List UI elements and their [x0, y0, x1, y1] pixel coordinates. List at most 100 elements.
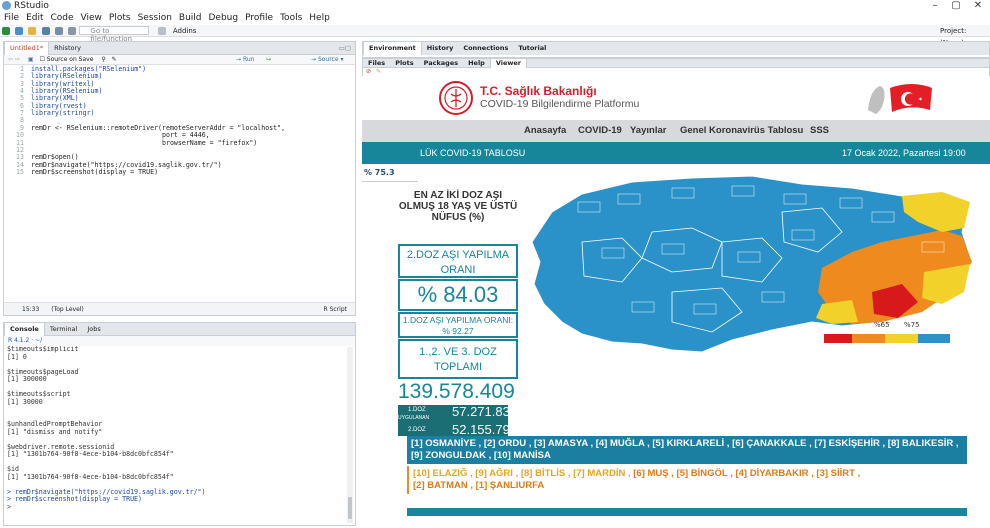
save-file-icon[interactable]: ▣: [28, 56, 34, 63]
menu-debug[interactable]: Debug: [209, 13, 239, 23]
menu-bar: File Edit Code View Plots Session Build Debug Pr…: [0, 12, 990, 25]
tab-untitled1[interactable]: Untitled1*: [4, 42, 50, 55]
close-icon[interactable]: ✕: [968, 0, 988, 12]
legend-orange: [852, 334, 885, 343]
save-icon[interactable]: [41, 27, 50, 35]
tab-history[interactable]: History: [422, 42, 459, 55]
dose1-value: 57.271.832: [452, 404, 518, 419]
stat-total-value: 139.578.409: [398, 379, 548, 405]
stat-dose2-value: % 84.03: [398, 279, 518, 311]
editor-toolbar: ⇦ ⇨ ▣ ☐ Source on Save ⚲ ✎ → Run ↪ → Sou…: [4, 55, 355, 65]
console-command: > remDr$screenshot(display = TRUE): [7, 495, 142, 503]
tab-packages[interactable]: Packages: [419, 59, 463, 68]
cursor-position: 15:33: [22, 306, 40, 313]
save-all-icon[interactable]: [54, 27, 63, 35]
console-line: [1] 300000: [7, 375, 47, 383]
console-scrollbar[interactable]: [347, 347, 353, 523]
viewer-pane-header: Files Plots Packages Help Viewer ⊘ ✎: [362, 58, 990, 76]
console-line: [1] "1301b764-90f8-4ece-b104-b8dc0bfc854…: [7, 472, 174, 481]
viewer-webpage[interactable]: T.C. Sağlık Bakanlığı COVID-19 Bilgilend…: [362, 76, 990, 528]
nav-yayinlar[interactable]: Yayınlar: [630, 120, 666, 142]
menu-view[interactable]: View: [81, 13, 102, 23]
nav-covid19[interactable]: COVID-19: [578, 120, 622, 142]
console-line: $timeouts$pageLoad: [7, 367, 79, 376]
environment-pane: Environment History Connections Tutorial: [362, 41, 990, 58]
console-line: [1] 0: [7, 352, 27, 361]
goto-file-input[interactable]: Go to file/function: [79, 26, 150, 43]
menu-build[interactable]: Build: [179, 13, 202, 23]
console-line: $timeouts$implicit: [7, 345, 79, 353]
tab-console[interactable]: Console: [4, 323, 45, 336]
dose1-sub: UYGULANAN: [398, 415, 430, 421]
menu-edit[interactable]: Edit: [26, 13, 43, 23]
ministry-logo-icon: [439, 81, 473, 115]
nav-anasayfa[interactable]: Anasayfa: [524, 120, 566, 142]
main-toolbar: Go to file/function Addins Project: (Non…: [0, 25, 990, 47]
tab-tutorial[interactable]: Tutorial: [513, 42, 551, 55]
back-icon[interactable]: ⇦ ⇨: [8, 56, 20, 63]
editor-pane: Untitled1* Rhistory ▭▢ ⇦ ⇨ ▣ ☐ Source on …: [3, 41, 356, 316]
menu-profile[interactable]: Profile: [245, 13, 273, 23]
console-header: R 4.1.2 · ~/: [4, 336, 355, 346]
grid-icon[interactable]: [157, 27, 166, 35]
maximize-pane-icon[interactable]: ▭▢: [339, 42, 351, 55]
tab-terminal[interactable]: Terminal: [45, 323, 82, 336]
code-line: remDr$screenshot(display = TRUE): [31, 167, 159, 176]
new-project-icon[interactable]: [15, 27, 24, 35]
console-line: $timeouts$script: [7, 390, 71, 398]
env-tabs: Environment History Connections Tutorial: [363, 42, 989, 55]
clear-viewer-icon[interactable]: ✎: [376, 68, 381, 75]
nav-sss[interactable]: SSS: [810, 120, 829, 142]
search-icon[interactable]: ⚲: [101, 56, 105, 63]
r-version: R 4.1.2 · ~/: [8, 337, 43, 344]
line-number: 15: [16, 167, 24, 176]
addins-button[interactable]: Addins: [173, 27, 197, 35]
tab-connections[interactable]: Connections: [458, 42, 513, 55]
file-type[interactable]: R Script: [324, 303, 347, 316]
rerun-icon[interactable]: ↪: [266, 55, 271, 65]
stat-dose1-rate: 1.DOZ AŞI YAPILMA ORANI: % 92.27: [398, 312, 518, 338]
legend-low: %65: [874, 321, 890, 329]
source-on-save-checkbox[interactable]: ☐ Source on Save: [39, 56, 93, 63]
tab-plots[interactable]: Plots: [390, 59, 418, 68]
side-percent: % 75.3: [362, 164, 418, 182]
scope-indicator[interactable]: (Top Level): [51, 306, 84, 313]
new-file-icon[interactable]: [2, 27, 10, 35]
dose1-label: 1.DOZ: [408, 407, 426, 413]
console-output[interactable]: $timeouts$implicit [1] 0 $timeouts$pageLoa…: [4, 345, 355, 511]
menu-session[interactable]: Session: [138, 13, 172, 23]
minimize-icon[interactable]: –: [925, 0, 945, 12]
print-icon[interactable]: [68, 27, 77, 35]
stop-icon[interactable]: ⊘: [366, 68, 371, 75]
tab-jobs[interactable]: Jobs: [82, 323, 105, 336]
tab-files[interactable]: Files: [363, 59, 390, 68]
console-line: [1] "dismiss and notify": [7, 427, 103, 436]
dose2-value: 52.155.792: [452, 422, 518, 437]
stat-total-label: 1.,2. VE 3. DOZ TOPLAMI: [398, 339, 518, 379]
menu-code[interactable]: Code: [51, 13, 74, 23]
tab-environment[interactable]: Environment: [363, 42, 422, 55]
maximize-icon[interactable]: ▢: [946, 0, 966, 12]
title-bar: RStudio – ▢ ✕: [0, 0, 990, 12]
source-button[interactable]: → Source ▾: [311, 55, 343, 65]
tab-rhistory[interactable]: Rhistory: [49, 42, 86, 55]
wand-icon[interactable]: ✎: [112, 56, 117, 63]
editor-statusbar: 15:33 (Top Level) R Script: [4, 302, 355, 315]
menu-file[interactable]: File: [4, 13, 19, 23]
code-line: library(stringr): [31, 109, 95, 118]
menu-help[interactable]: Help: [309, 13, 330, 23]
legend-high: %75: [904, 321, 920, 329]
legend-blue: [918, 334, 950, 343]
nav-genel-tablo[interactable]: Genel Koronavirüs Tablosu: [680, 120, 803, 142]
code-editor[interactable]: 1 install.packages("RSelenium") 2 library(R…: [4, 65, 355, 302]
run-button[interactable]: → Run: [236, 55, 254, 65]
platform-name: COVID-19 Bilgilendirme Platformu: [480, 98, 640, 110]
legend-red: [824, 334, 852, 343]
tab-viewer[interactable]: Viewer: [489, 59, 527, 68]
open-file-icon[interactable]: [28, 27, 37, 35]
tab-help[interactable]: Help: [463, 59, 490, 68]
menu-plots[interactable]: Plots: [109, 13, 131, 23]
menu-tools[interactable]: Tools: [280, 13, 302, 23]
